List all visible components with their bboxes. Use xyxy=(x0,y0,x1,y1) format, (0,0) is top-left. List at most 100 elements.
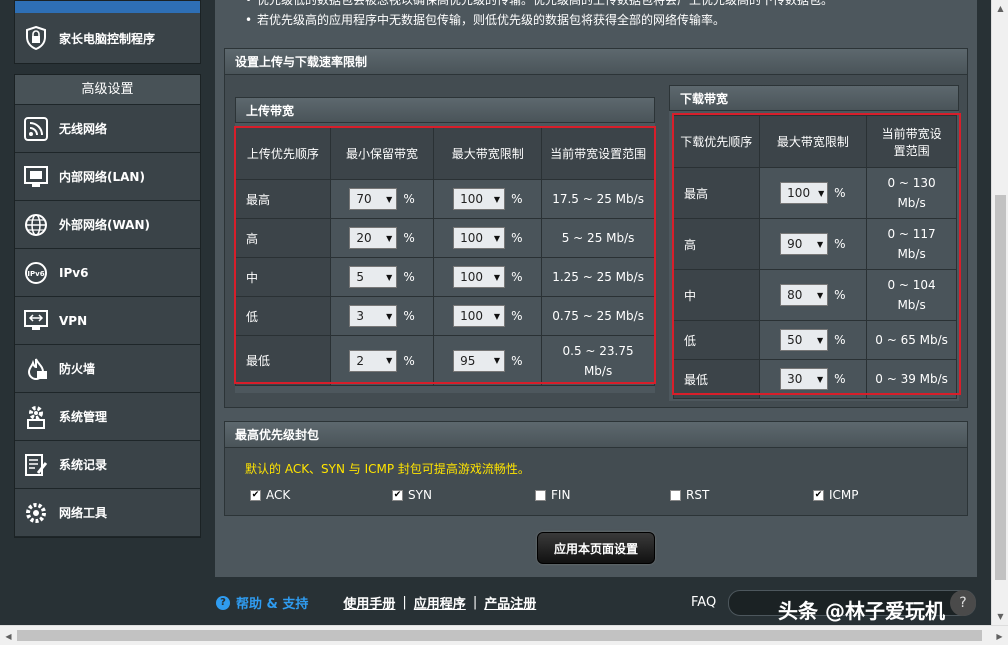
manual-link[interactable]: 使用手册 xyxy=(343,593,395,612)
checkbox-box[interactable] xyxy=(670,489,681,501)
sidebar-item-label: 网络工具 xyxy=(59,506,108,520)
range-value: 0.75 ~ 25 Mb/s xyxy=(541,296,655,336)
upload-panel: 上传带宽 上传优先顺序 最小保留带宽 最大带宽限制 当前带宽设置范围 最高 70… xyxy=(234,97,656,393)
apps-link[interactable]: 应用程序 xyxy=(414,593,466,612)
ack-checkbox[interactable]: ✔ ACK xyxy=(250,488,290,502)
sidebar-advanced-panel: 高级设置 无线网络 内部网络(LAN) 外部网络(WAN) IPv6 IPv6 … xyxy=(14,74,201,538)
chevron-down-icon: ▼ xyxy=(817,239,824,249)
min-bandwidth-select[interactable]: 2 ▼ xyxy=(349,349,398,372)
sidebar-item-wireless[interactable]: 无线网络 xyxy=(15,105,200,153)
max-bandwidth-select[interactable]: 100 ▼ xyxy=(453,266,506,288)
active-item-highlight xyxy=(15,1,200,13)
percent-label: % xyxy=(834,333,846,347)
icmp-checkbox[interactable]: ✔ ICMP xyxy=(813,488,859,502)
checkbox-label: ICMP xyxy=(829,488,859,502)
sidebar-item-lan[interactable]: 内部网络(LAN) xyxy=(15,153,200,201)
lan-icon xyxy=(23,164,49,190)
help-support-link[interactable]: ? 帮助 & 支持 xyxy=(216,593,308,612)
chevron-down-icon: ▼ xyxy=(817,335,824,345)
max-bandwidth-select[interactable]: 80 ▼ xyxy=(780,284,829,306)
checkbox-box[interactable]: ✔ xyxy=(250,489,261,501)
range-value: 0 ~ 117 Mb/s xyxy=(866,218,957,270)
sidebar-item-system-log[interactable]: 系统记录 xyxy=(15,441,200,489)
checkbox-label: RST xyxy=(686,488,710,502)
max-bandwidth-select[interactable]: 30 ▼ xyxy=(780,368,829,390)
chevron-down-icon: ▼ xyxy=(386,272,393,282)
select-value: 90 xyxy=(787,237,803,251)
priority-label: 中 xyxy=(673,269,760,321)
select-value: 100 xyxy=(460,270,483,284)
sidebar-item-wan[interactable]: 外部网络(WAN) xyxy=(15,201,200,249)
sidebar-item-network-tools[interactable]: 网络工具 xyxy=(15,489,200,537)
info-bullets: 优先级低的数据包会被忽视以确保高优先级的传输。优先级高的上传数据包将会广上优先级… xyxy=(245,0,833,30)
select-value: 2 xyxy=(356,353,364,368)
max-bandwidth-select[interactable]: 50 ▼ xyxy=(780,329,829,351)
percent-label: % xyxy=(403,231,415,245)
table-row: 最低 2 ▼% 95 ▼% 0.5 ~ 23.75 Mb/s xyxy=(235,335,655,386)
select-value: 20 xyxy=(356,231,372,245)
chevron-down-icon: ▼ xyxy=(493,194,501,204)
sidebar-item-firewall[interactable]: 防火墙 xyxy=(15,345,200,393)
max-bandwidth-select[interactable]: 100 ▼ xyxy=(453,305,506,327)
min-bandwidth-select[interactable]: 20 ▼ xyxy=(349,227,398,249)
scrollbar-thumb[interactable] xyxy=(17,630,982,641)
apply-settings-button[interactable]: 应用本页面设置 xyxy=(537,532,655,564)
lock-icon xyxy=(23,25,49,51)
sidebar-item-ipv6[interactable]: IPv6 IPv6 xyxy=(15,249,200,297)
max-bandwidth-select[interactable]: 100 ▼ xyxy=(780,182,829,204)
max-bandwidth-select[interactable]: 95 ▼ xyxy=(453,349,506,372)
priority-label: 中 xyxy=(235,257,331,297)
range-value: 0 ~ 65 Mb/s xyxy=(866,320,957,360)
checkbox-box[interactable]: ✔ xyxy=(813,489,824,501)
sidebar-item-parental-control[interactable]: 家长电脑控制程序 xyxy=(15,14,200,62)
percent-label: % xyxy=(511,192,523,206)
rst-checkbox[interactable]: RST xyxy=(670,488,709,502)
percent-label: % xyxy=(511,309,523,323)
scroll-up-icon[interactable]: ▲ xyxy=(992,0,1008,17)
select-value: 3 xyxy=(356,309,364,323)
max-bandwidth-select[interactable]: 100 ▼ xyxy=(453,188,506,210)
faq-label: FAQ xyxy=(691,595,717,610)
svg-text:IPv6: IPv6 xyxy=(27,270,44,278)
range-value: 0 ~ 130 Mb/s xyxy=(866,167,957,219)
gear-icon xyxy=(23,404,49,430)
max-bandwidth-select[interactable]: 100 ▼ xyxy=(453,227,506,249)
min-bandwidth-select[interactable]: 70 ▼ xyxy=(349,188,398,210)
select-value: 100 xyxy=(460,231,483,245)
sidebar-item-vpn[interactable]: VPN xyxy=(15,297,200,345)
scroll-down-icon[interactable]: ▼ xyxy=(992,608,1008,625)
sidebar-item-label: IPv6 xyxy=(59,265,89,280)
min-bandwidth-select[interactable]: 5 ▼ xyxy=(349,266,398,288)
vertical-scrollbar[interactable]: ▲ ▼ xyxy=(991,0,1008,625)
chevron-down-icon: ▼ xyxy=(817,374,824,384)
download-title: 下载带宽 xyxy=(669,85,959,111)
table-row: 低 3 ▼% 100 ▼% 0.75 ~ 25 Mb/s xyxy=(235,296,655,336)
max-bandwidth-select[interactable]: 90 ▼ xyxy=(780,233,829,255)
fin-checkbox[interactable]: FIN xyxy=(535,488,570,502)
bullet-line: 若优先级高的应用程序中无数据包传输，则低优先级的数据包将获得全部的网络传输率。 xyxy=(245,10,833,30)
scroll-left-icon[interactable]: ◀ xyxy=(0,626,17,645)
priority-label: 最低 xyxy=(235,335,331,386)
chevron-down-icon: ▼ xyxy=(493,311,501,321)
horizontal-scrollbar[interactable]: ◀ ▶ xyxy=(0,625,1008,645)
rate-limit-section: 设置上传与下载速率限制 上传带宽 上传优先顺序 最小保留带宽 最大带宽限制 当前… xyxy=(224,48,968,408)
sidebar-item-label: 系统管理 xyxy=(59,410,108,424)
vpn-icon xyxy=(23,308,49,334)
checkbox-box[interactable]: ✔ xyxy=(392,489,403,501)
syn-checkbox[interactable]: ✔ SYN xyxy=(392,488,432,502)
firewall-icon xyxy=(23,356,49,382)
bullet-line: 优先级低的数据包会被忽视以确保高优先级的传输。优先级高的上传数据包将会广上优先级… xyxy=(245,0,833,10)
chevron-down-icon: ▼ xyxy=(386,356,393,365)
percent-label: % xyxy=(511,353,523,368)
sidebar-item-system-admin[interactable]: 系统管理 xyxy=(15,393,200,441)
search-button[interactable]: ? xyxy=(950,590,976,616)
scroll-right-icon[interactable]: ▶ xyxy=(991,626,1008,645)
register-link[interactable]: 产品注册 xyxy=(484,593,536,612)
column-header: 上传优先顺序 xyxy=(235,127,331,180)
footer-links: ? 帮助 & 支持 使用手册 | 应用程序 | 产品注册 xyxy=(216,593,536,612)
min-bandwidth-select[interactable]: 3 ▼ xyxy=(349,305,398,327)
checkbox-box[interactable] xyxy=(535,489,546,501)
priority-label: 最低 xyxy=(673,359,760,399)
chevron-down-icon: ▼ xyxy=(818,188,825,198)
scrollbar-thumb[interactable] xyxy=(995,195,1006,580)
